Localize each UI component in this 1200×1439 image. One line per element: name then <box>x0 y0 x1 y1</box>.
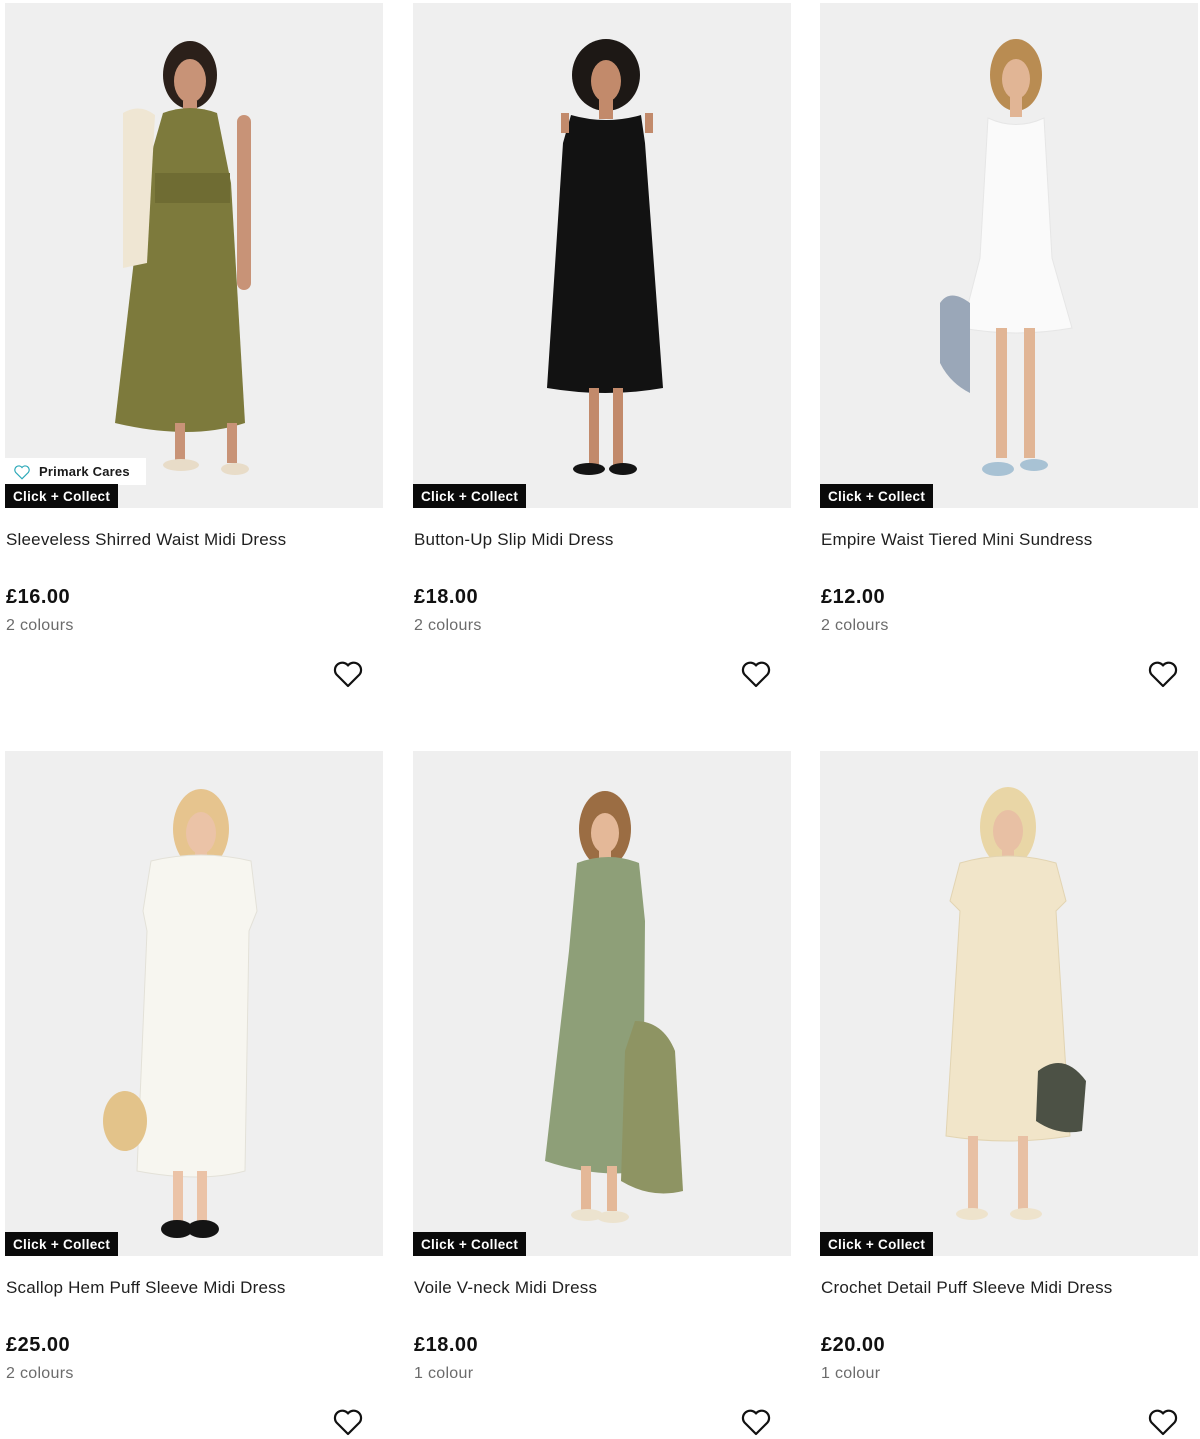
product-card[interactable]: Click + Collect Crochet Detail Puff Slee… <box>820 751 1198 1439</box>
product-colours: 2 colours <box>6 1365 74 1382</box>
product-title[interactable]: Voile V-neck Midi Dress <box>414 1278 597 1298</box>
wishlist-button[interactable] <box>740 658 772 690</box>
product-price: £16.00 <box>6 586 71 608</box>
product-title[interactable]: Crochet Detail Puff Sleeve Midi Dress <box>821 1278 1112 1298</box>
click-collect-badge: Click + Collect <box>820 1232 934 1256</box>
wishlist-button[interactable] <box>332 1406 364 1438</box>
product-colours: 1 colour <box>821 1365 881 1382</box>
product-colours: 1 colour <box>414 1365 474 1382</box>
product-colours: 2 colours <box>6 617 74 634</box>
heart-outline-icon <box>1148 661 1178 688</box>
wishlist-button[interactable] <box>332 658 364 690</box>
heart-outline-icon <box>333 661 363 688</box>
product-card[interactable]: Click + Collect Voile V-neck Midi Dress … <box>413 751 791 1439</box>
product-title[interactable]: Button-Up Slip Midi Dress <box>414 530 614 550</box>
product-title[interactable]: Sleeveless Shirred Waist Midi Dress <box>6 530 286 550</box>
heart-outline-icon <box>741 1409 771 1436</box>
product-card[interactable]: Click + Collect Scallop Hem Puff Sleeve … <box>5 751 383 1439</box>
product-image[interactable] <box>413 751 791 1256</box>
product-grid: Primark Cares Click + Collect Sleeveless… <box>0 0 1200 1439</box>
model-figure <box>545 791 683 1223</box>
product-title[interactable]: Empire Waist Tiered Mini Sundress <box>821 530 1092 550</box>
product-colours: 2 colours <box>414 617 482 634</box>
click-collect-badge: Click + Collect <box>820 484 934 508</box>
product-price: £18.00 <box>414 586 479 608</box>
cares-badge-label: Primark Cares <box>39 464 130 479</box>
model-figure <box>940 39 1073 476</box>
wishlist-button[interactable] <box>740 1406 772 1438</box>
product-image[interactable] <box>5 3 383 508</box>
wishlist-button[interactable] <box>1147 1406 1179 1438</box>
product-card[interactable]: Click + Collect Button-Up Slip Midi Dres… <box>413 3 791 703</box>
heart-outline-icon <box>333 1409 363 1436</box>
click-collect-badge: Click + Collect <box>5 484 119 508</box>
wishlist-button[interactable] <box>1147 658 1179 690</box>
product-colours: 2 colours <box>821 617 889 634</box>
product-price: £20.00 <box>821 1334 886 1356</box>
product-price: £25.00 <box>6 1334 71 1356</box>
click-collect-badge: Click + Collect <box>5 1232 119 1256</box>
heart-outline-icon <box>14 464 30 480</box>
product-image[interactable] <box>820 3 1198 508</box>
click-collect-badge: Click + Collect <box>413 1232 527 1256</box>
product-card[interactable]: Primark Cares Click + Collect Sleeveless… <box>5 3 383 703</box>
model-figure <box>115 41 251 475</box>
model-figure <box>547 39 663 475</box>
heart-outline-icon <box>741 661 771 688</box>
product-title[interactable]: Scallop Hem Puff Sleeve Midi Dress <box>6 1278 286 1298</box>
click-collect-badge: Click + Collect <box>413 484 527 508</box>
product-card[interactable]: Click + Collect Empire Waist Tiered Mini… <box>820 3 1198 703</box>
primark-cares-badge: Primark Cares <box>5 458 146 485</box>
model-figure <box>103 789 258 1238</box>
product-price: £18.00 <box>414 1334 479 1356</box>
product-image[interactable] <box>5 751 383 1256</box>
product-price: £12.00 <box>821 586 886 608</box>
product-image[interactable] <box>820 751 1198 1256</box>
product-image[interactable] <box>413 3 791 508</box>
heart-outline-icon <box>1148 1409 1178 1436</box>
model-figure <box>945 787 1086 1220</box>
